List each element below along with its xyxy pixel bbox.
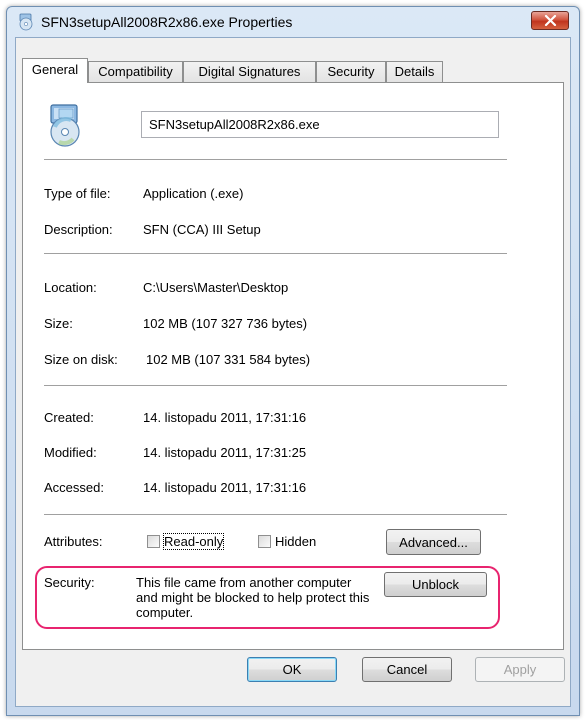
type-of-file-value: Application (.exe) xyxy=(143,186,244,201)
cancel-button[interactable]: Cancel xyxy=(362,657,452,682)
tab-general[interactable]: General xyxy=(22,58,88,83)
accessed-label: Accessed: xyxy=(44,480,104,495)
hidden-check-box[interactable] xyxy=(258,535,271,548)
security-message: This file came from another computer and… xyxy=(136,575,370,620)
modified-value: 14. listopadu 2011, 17:31:25 xyxy=(143,445,307,460)
setup-cd-icon xyxy=(50,104,80,147)
setup-cd-icon xyxy=(19,13,33,31)
security-label: Security: xyxy=(44,575,95,590)
advanced-button[interactable]: Advanced... xyxy=(386,529,481,555)
apply-button[interactable]: Apply xyxy=(475,657,565,682)
separator xyxy=(44,159,507,161)
properties-window: SFN3setupAll2008R2x86.exe Properties Gen… xyxy=(6,6,580,716)
created-value: 14. listopadu 2011, 17:31:16 xyxy=(143,410,307,425)
tab-compatibility[interactable]: Compatibility xyxy=(88,61,183,82)
separator xyxy=(44,514,507,516)
tab-details[interactable]: Details xyxy=(386,61,443,82)
ok-button[interactable]: OK xyxy=(247,657,337,682)
accessed-value: 14. listopadu 2011, 17:31:16 xyxy=(143,480,307,495)
type-of-file-label: Type of file: xyxy=(44,186,111,201)
created-label: Created: xyxy=(44,410,94,425)
description-value: SFN (CCA) III Setup xyxy=(143,222,261,237)
size-on-disk-label: Size on disk: xyxy=(44,352,118,367)
separator xyxy=(44,253,507,255)
file-name-field[interactable] xyxy=(141,111,499,138)
location-label: Location: xyxy=(44,280,97,295)
description-label: Description: xyxy=(44,222,113,237)
size-on-disk-value: 102 MB (107 331 584 bytes) xyxy=(146,352,311,367)
title-bar[interactable]: SFN3setupAll2008R2x86.exe Properties xyxy=(7,7,579,37)
readonly-label: Read-only xyxy=(162,533,225,550)
tab-digital-signatures[interactable]: Digital Signatures xyxy=(183,61,316,82)
size-label: Size: xyxy=(44,316,73,331)
general-tab-panel: Type of file: Application (.exe) Descrip… xyxy=(22,82,564,650)
unblock-button[interactable]: Unblock xyxy=(384,572,487,597)
modified-label: Modified: xyxy=(44,445,97,460)
readonly-checkbox[interactable]: Read-only xyxy=(147,533,225,550)
hidden-label: Hidden xyxy=(275,534,317,549)
close-button[interactable] xyxy=(531,11,569,30)
size-value: 102 MB (107 327 736 bytes) xyxy=(143,316,308,331)
close-icon xyxy=(544,15,557,26)
window-title: SFN3setupAll2008R2x86.exe Properties xyxy=(41,14,293,30)
location-value: C:\Users\Master\Desktop xyxy=(143,280,289,295)
dialog-client: General Compatibility Digital Signatures… xyxy=(15,37,571,707)
separator xyxy=(44,385,507,387)
hidden-checkbox[interactable]: Hidden xyxy=(258,534,316,549)
tab-security[interactable]: Security xyxy=(316,61,386,82)
readonly-check-box[interactable] xyxy=(147,535,160,548)
attributes-label: Attributes: xyxy=(44,534,103,549)
